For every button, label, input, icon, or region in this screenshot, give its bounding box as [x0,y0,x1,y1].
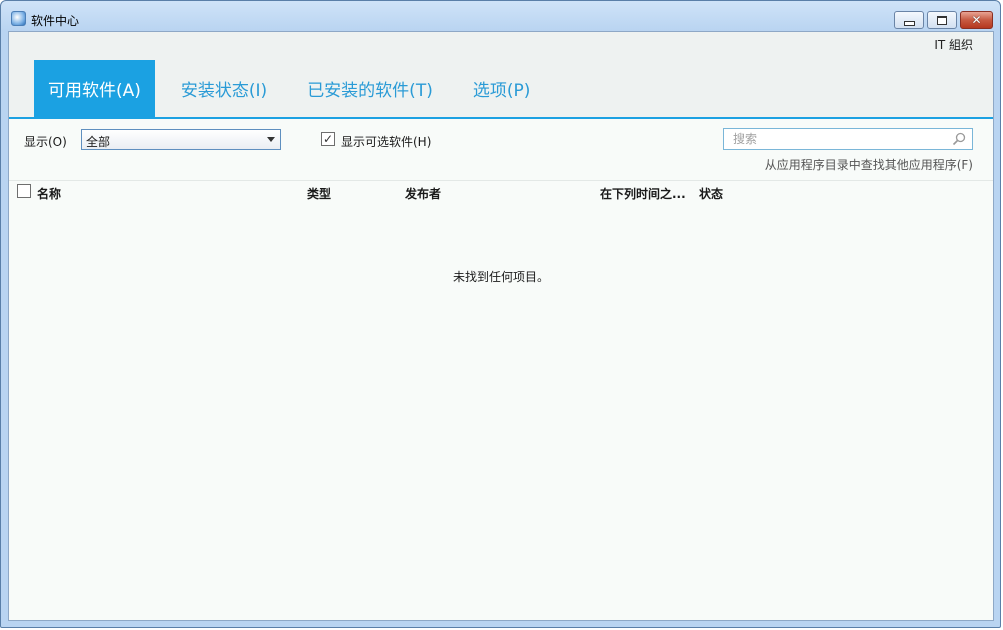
title-bar[interactable]: 软件中心 ✕ [1,1,1000,31]
close-button[interactable]: ✕ [960,11,993,29]
search-icon[interactable] [951,131,967,147]
column-header-type[interactable]: 类型 [307,185,331,202]
minimize-button[interactable] [894,11,924,29]
search-input[interactable] [724,129,953,149]
header-divider [9,117,993,119]
tab-installed-software[interactable]: 已安装的软件(T) [293,60,447,117]
column-header-status[interactable]: 状态 [699,185,723,202]
filter-selected-value: 全部 [86,135,111,149]
tab-bar: 可用软件(A) 安装状态(I) 已安装的软件(T) 选项(P) [34,60,556,117]
empty-state-message: 未找到任何项目。 [452,270,549,284]
grid-divider [9,180,993,181]
header-area: IT 組织 可用软件(A) 安装状态(I) 已安装的软件(T) 选项(P) [9,32,993,118]
window-title: 软件中心 [31,14,80,28]
maximize-button[interactable] [927,11,957,29]
tab-available-software[interactable]: 可用软件(A) [34,60,155,117]
select-all-checkbox[interactable] [17,184,31,198]
check-icon: ✓ [322,132,334,146]
minimize-icon [903,20,915,26]
show-optional-checkbox[interactable]: ✓ [321,132,335,146]
column-header-name[interactable]: 名称 [37,185,61,202]
organization-name: IT 組织 [934,38,973,52]
filter-label: 显示(O) [24,135,67,149]
close-icon: ✕ [971,13,982,27]
maximize-icon [937,15,947,25]
application-catalog-link[interactable]: 从应用程序目录中查找其他应用程序(F) [765,156,973,173]
column-header-publisher[interactable]: 发布者 [405,185,441,202]
show-optional-label[interactable]: 显示可选软件(H) [341,133,431,150]
search-box[interactable] [723,128,973,150]
chevron-down-icon [267,137,275,142]
filter-dropdown[interactable]: 全部 [81,129,281,150]
tab-installation-status[interactable]: 安装状态(I) [167,60,281,117]
column-header-available-after[interactable]: 在下列时间之... [600,185,686,202]
main-content: IT 組织 可用软件(A) 安装状态(I) 已安装的软件(T) 选项(P) 显示… [8,31,994,621]
software-center-window: 软件中心 ✕ IT 組织 可用软件(A) 安装状态(I) 已安装的软件(T) 选… [0,0,1001,628]
tab-options[interactable]: 选项(P) [459,60,545,117]
app-icon [11,11,26,26]
